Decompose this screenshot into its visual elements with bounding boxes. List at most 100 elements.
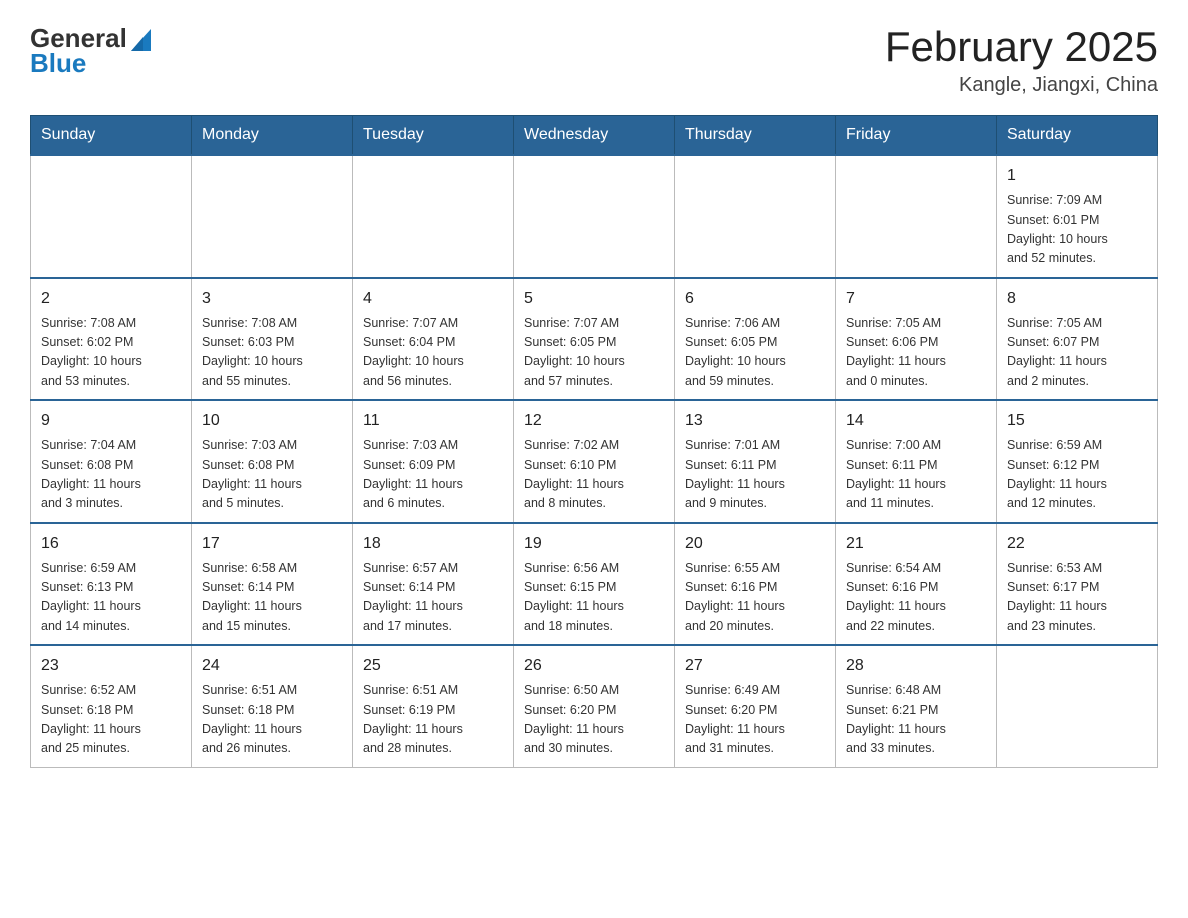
day-number: 25 bbox=[363, 654, 503, 678]
title-section: February 2025 Kangle, Jiangxi, China bbox=[885, 24, 1158, 97]
table-row: 2 Sunrise: 7:08 AM Sunset: 6:02 PM Daylig… bbox=[31, 278, 192, 401]
week-row-2: 2 Sunrise: 7:08 AM Sunset: 6:02 PM Daylig… bbox=[31, 278, 1158, 401]
month-title: February 2025 bbox=[885, 24, 1158, 70]
table-row bbox=[836, 155, 997, 278]
day-info: Sunrise: 7:07 AM Sunset: 6:05 PM Dayligh… bbox=[524, 314, 664, 392]
day-number: 16 bbox=[41, 532, 181, 556]
table-row: 3 Sunrise: 7:08 AM Sunset: 6:03 PM Daylig… bbox=[192, 278, 353, 401]
day-number: 4 bbox=[363, 287, 503, 311]
col-thursday: Thursday bbox=[675, 116, 836, 156]
table-row: 9 Sunrise: 7:04 AM Sunset: 6:08 PM Daylig… bbox=[31, 400, 192, 523]
week-row-5: 23 Sunrise: 6:52 AM Sunset: 6:18 PM Dayli… bbox=[31, 645, 1158, 767]
day-info: Sunrise: 7:06 AM Sunset: 6:05 PM Dayligh… bbox=[685, 314, 825, 392]
day-number: 15 bbox=[1007, 409, 1147, 433]
day-number: 28 bbox=[846, 654, 986, 678]
day-info: Sunrise: 7:03 AM Sunset: 6:09 PM Dayligh… bbox=[363, 436, 503, 514]
day-number: 18 bbox=[363, 532, 503, 556]
table-row: 16 Sunrise: 6:59 AM Sunset: 6:13 PM Dayli… bbox=[31, 523, 192, 646]
table-row bbox=[514, 155, 675, 278]
table-row bbox=[997, 645, 1158, 767]
day-number: 26 bbox=[524, 654, 664, 678]
day-number: 14 bbox=[846, 409, 986, 433]
table-row: 1Sunrise: 7:09 AM Sunset: 6:01 PM Daylig… bbox=[997, 155, 1158, 278]
table-row: 8 Sunrise: 7:05 AM Sunset: 6:07 PM Daylig… bbox=[997, 278, 1158, 401]
day-info: Sunrise: 6:50 AM Sunset: 6:20 PM Dayligh… bbox=[524, 681, 664, 759]
table-row: 24 Sunrise: 6:51 AM Sunset: 6:18 PM Dayli… bbox=[192, 645, 353, 767]
day-info: Sunrise: 6:48 AM Sunset: 6:21 PM Dayligh… bbox=[846, 681, 986, 759]
table-row: 11 Sunrise: 7:03 AM Sunset: 6:09 PM Dayli… bbox=[353, 400, 514, 523]
page-header: General Blue February 2025 Kangle, Jiang… bbox=[30, 24, 1158, 97]
day-info: Sunrise: 7:03 AM Sunset: 6:08 PM Dayligh… bbox=[202, 436, 342, 514]
day-info: Sunrise: 6:52 AM Sunset: 6:18 PM Dayligh… bbox=[41, 681, 181, 759]
table-row: 20 Sunrise: 6:55 AM Sunset: 6:16 PM Dayli… bbox=[675, 523, 836, 646]
day-info: Sunrise: 7:09 AM Sunset: 6:01 PM Dayligh… bbox=[1007, 191, 1147, 269]
table-row: 12 Sunrise: 7:02 AM Sunset: 6:10 PM Dayli… bbox=[514, 400, 675, 523]
day-number: 3 bbox=[202, 287, 342, 311]
day-number: 13 bbox=[685, 409, 825, 433]
day-number: 9 bbox=[41, 409, 181, 433]
day-info: Sunrise: 7:08 AM Sunset: 6:03 PM Dayligh… bbox=[202, 314, 342, 392]
table-row: 21 Sunrise: 6:54 AM Sunset: 6:16 PM Dayli… bbox=[836, 523, 997, 646]
day-info: Sunrise: 6:49 AM Sunset: 6:20 PM Dayligh… bbox=[685, 681, 825, 759]
week-row-1: 1Sunrise: 7:09 AM Sunset: 6:01 PM Daylig… bbox=[31, 155, 1158, 278]
table-row: 18 Sunrise: 6:57 AM Sunset: 6:14 PM Dayli… bbox=[353, 523, 514, 646]
day-number: 11 bbox=[363, 409, 503, 433]
day-info: Sunrise: 6:59 AM Sunset: 6:13 PM Dayligh… bbox=[41, 559, 181, 637]
day-info: Sunrise: 6:51 AM Sunset: 6:18 PM Dayligh… bbox=[202, 681, 342, 759]
table-row bbox=[675, 155, 836, 278]
day-number: 19 bbox=[524, 532, 664, 556]
week-row-4: 16 Sunrise: 6:59 AM Sunset: 6:13 PM Dayli… bbox=[31, 523, 1158, 646]
logo-combined: General Blue bbox=[30, 24, 151, 77]
day-info: Sunrise: 7:00 AM Sunset: 6:11 PM Dayligh… bbox=[846, 436, 986, 514]
table-row: 4 Sunrise: 7:07 AM Sunset: 6:04 PM Daylig… bbox=[353, 278, 514, 401]
col-tuesday: Tuesday bbox=[353, 116, 514, 156]
day-info: Sunrise: 7:04 AM Sunset: 6:08 PM Dayligh… bbox=[41, 436, 181, 514]
day-number: 24 bbox=[202, 654, 342, 678]
table-row bbox=[31, 155, 192, 278]
logo: General Blue bbox=[30, 24, 151, 77]
day-number: 7 bbox=[846, 287, 986, 311]
day-info: Sunrise: 6:58 AM Sunset: 6:14 PM Dayligh… bbox=[202, 559, 342, 637]
table-row: 15 Sunrise: 6:59 AM Sunset: 6:12 PM Dayli… bbox=[997, 400, 1158, 523]
table-row: 10 Sunrise: 7:03 AM Sunset: 6:08 PM Dayli… bbox=[192, 400, 353, 523]
col-friday: Friday bbox=[836, 116, 997, 156]
day-number: 21 bbox=[846, 532, 986, 556]
col-wednesday: Wednesday bbox=[514, 116, 675, 156]
day-number: 2 bbox=[41, 287, 181, 311]
day-info: Sunrise: 6:55 AM Sunset: 6:16 PM Dayligh… bbox=[685, 559, 825, 637]
table-row: 22 Sunrise: 6:53 AM Sunset: 6:17 PM Dayli… bbox=[997, 523, 1158, 646]
table-row bbox=[192, 155, 353, 278]
logo-blue-text: Blue bbox=[30, 49, 151, 78]
table-row: 13 Sunrise: 7:01 AM Sunset: 6:11 PM Dayli… bbox=[675, 400, 836, 523]
day-info: Sunrise: 6:54 AM Sunset: 6:16 PM Dayligh… bbox=[846, 559, 986, 637]
day-info: Sunrise: 7:01 AM Sunset: 6:11 PM Dayligh… bbox=[685, 436, 825, 514]
day-number: 23 bbox=[41, 654, 181, 678]
day-number: 17 bbox=[202, 532, 342, 556]
day-info: Sunrise: 6:57 AM Sunset: 6:14 PM Dayligh… bbox=[363, 559, 503, 637]
table-row: 6Sunrise: 7:06 AM Sunset: 6:05 PM Daylig… bbox=[675, 278, 836, 401]
day-number: 12 bbox=[524, 409, 664, 433]
table-row: 5Sunrise: 7:07 AM Sunset: 6:05 PM Daylig… bbox=[514, 278, 675, 401]
day-number: 10 bbox=[202, 409, 342, 433]
day-number: 8 bbox=[1007, 287, 1147, 311]
col-sunday: Sunday bbox=[31, 116, 192, 156]
calendar-table: Sunday Monday Tuesday Wednesday Thursday… bbox=[30, 115, 1158, 768]
day-info: Sunrise: 6:59 AM Sunset: 6:12 PM Dayligh… bbox=[1007, 436, 1147, 514]
day-info: Sunrise: 7:02 AM Sunset: 6:10 PM Dayligh… bbox=[524, 436, 664, 514]
table-row: 25Sunrise: 6:51 AM Sunset: 6:19 PM Dayli… bbox=[353, 645, 514, 767]
table-row bbox=[353, 155, 514, 278]
day-number: 20 bbox=[685, 532, 825, 556]
day-info: Sunrise: 7:07 AM Sunset: 6:04 PM Dayligh… bbox=[363, 314, 503, 392]
day-number: 22 bbox=[1007, 532, 1147, 556]
table-row: 23 Sunrise: 6:52 AM Sunset: 6:18 PM Dayli… bbox=[31, 645, 192, 767]
day-info: Sunrise: 6:53 AM Sunset: 6:17 PM Dayligh… bbox=[1007, 559, 1147, 637]
table-row: 7Sunrise: 7:05 AM Sunset: 6:06 PM Daylig… bbox=[836, 278, 997, 401]
table-row: 19Sunrise: 6:56 AM Sunset: 6:15 PM Dayli… bbox=[514, 523, 675, 646]
table-row: 27Sunrise: 6:49 AM Sunset: 6:20 PM Dayli… bbox=[675, 645, 836, 767]
table-row: 17 Sunrise: 6:58 AM Sunset: 6:14 PM Dayli… bbox=[192, 523, 353, 646]
table-row: 26 Sunrise: 6:50 AM Sunset: 6:20 PM Dayli… bbox=[514, 645, 675, 767]
day-info: Sunrise: 7:08 AM Sunset: 6:02 PM Dayligh… bbox=[41, 314, 181, 392]
day-info: Sunrise: 7:05 AM Sunset: 6:07 PM Dayligh… bbox=[1007, 314, 1147, 392]
table-row: 14 Sunrise: 7:00 AM Sunset: 6:11 PM Dayli… bbox=[836, 400, 997, 523]
col-monday: Monday bbox=[192, 116, 353, 156]
